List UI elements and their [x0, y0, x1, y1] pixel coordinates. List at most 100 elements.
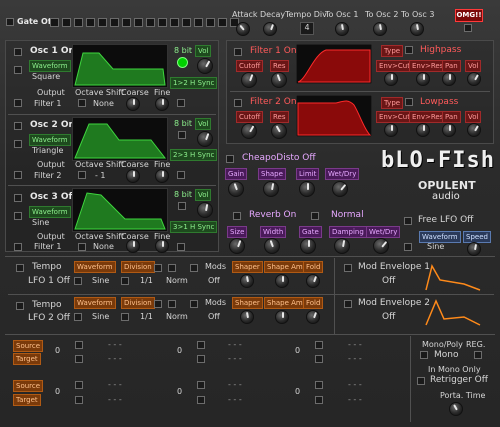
reverb-mode-value[interactable]: Normal: [331, 210, 364, 220]
lfo1-mods-value[interactable]: Off: [208, 276, 220, 286]
osc2-output-toggle[interactable]: [14, 171, 22, 179]
matrix2-source-value[interactable]: - - -: [228, 340, 242, 349]
gate-toggle[interactable]: [6, 18, 14, 26]
gate-step[interactable]: [122, 18, 131, 27]
reverb-damping-knob[interactable]: [334, 238, 350, 254]
filter1-envres-knob[interactable]: [416, 72, 430, 86]
gate-step[interactable]: [110, 18, 119, 27]
osc2-coarse-knob[interactable]: [126, 169, 140, 183]
modenv2-toggle[interactable]: [344, 300, 352, 308]
lfo1-division-value[interactable]: 1/1: [140, 276, 153, 286]
lfo2-div-toggle[interactable]: [121, 313, 129, 321]
matrix5-source-value[interactable]: - - -: [228, 380, 242, 389]
gate-step[interactable]: [206, 18, 215, 27]
matrix1-tgt-toggle[interactable]: [75, 355, 83, 363]
lfo2-fold-knob[interactable]: [306, 310, 320, 324]
retrigger-value[interactable]: Retrigger Off: [430, 375, 488, 385]
osc3-output-value[interactable]: Filter 1: [34, 242, 61, 252]
reverb-toggle[interactable]: [233, 212, 241, 220]
matrix6-source-value[interactable]: - - -: [348, 380, 362, 389]
matrix2-src-toggle[interactable]: [197, 341, 205, 349]
to-osc2-knob[interactable]: [373, 22, 387, 36]
filter1-res-knob[interactable]: [271, 72, 287, 88]
lfo1-div-toggle[interactable]: [121, 277, 129, 285]
freelfo-toggle[interactable]: [404, 217, 412, 225]
modenv1-value[interactable]: Off: [382, 276, 395, 286]
matrix1-target-value[interactable]: - - -: [108, 354, 122, 363]
osc1-coarse-knob[interactable]: [126, 97, 140, 111]
filter2-cutoff-knob[interactable]: [241, 123, 257, 139]
omg-button[interactable]: OMG!!: [455, 9, 483, 22]
matrix3-tgt-toggle[interactable]: [315, 355, 323, 363]
tempo-div-value[interactable]: 4: [300, 22, 314, 35]
lfo2-tempo-toggle[interactable]: [16, 302, 24, 310]
lfo1-norm-label[interactable]: Norm: [166, 276, 188, 286]
osc3-output-toggle[interactable]: [14, 243, 22, 251]
attack-knob[interactable]: [236, 22, 250, 36]
disto-shape-knob[interactable]: [263, 181, 279, 197]
mono-poly-toggle[interactable]: [420, 351, 428, 359]
osc2-bit-toggle[interactable]: [178, 131, 186, 139]
matrix6-amount[interactable]: 0: [295, 387, 300, 397]
lfo2-shapeamt-knob[interactable]: [275, 310, 289, 324]
filter2-res-knob[interactable]: [271, 123, 287, 139]
osc1-toggle[interactable]: [14, 48, 22, 56]
disto-wetdry-knob[interactable]: [332, 181, 348, 197]
lfo2-waveform-value[interactable]: Sine: [92, 312, 109, 322]
matrix4-src-toggle[interactable]: [75, 381, 83, 389]
matrix5-src-toggle[interactable]: [197, 381, 205, 389]
lfo2-wave-toggle[interactable]: [74, 313, 82, 321]
filter1-type-toggle[interactable]: [405, 46, 413, 54]
osc3-bit-toggle[interactable]: [178, 202, 186, 210]
osc1-output-value[interactable]: Filter 1: [34, 99, 61, 109]
to-osc1-knob[interactable]: [335, 22, 349, 36]
osc2-sync-toggle[interactable]: [177, 171, 185, 179]
modenv1-toggle[interactable]: [344, 264, 352, 272]
lfo2-mods-value[interactable]: Off: [208, 312, 220, 322]
lfo2-division-value[interactable]: 1/1: [140, 312, 153, 322]
matrix3-amount[interactable]: 0: [295, 346, 300, 356]
filter1-toggle[interactable]: [234, 48, 242, 56]
filter1-vol-knob[interactable]: [467, 72, 481, 86]
filter2-vol-knob[interactable]: [467, 123, 481, 137]
decay-knob[interactable]: [263, 22, 277, 36]
retrigger-toggle[interactable]: [417, 377, 425, 385]
lfo2-shaper-knob[interactable]: [240, 310, 254, 324]
lfo1-tempo-toggle[interactable]: [16, 264, 24, 272]
matrix2-target-value[interactable]: - - -: [228, 354, 242, 363]
filter1-cutoff-knob[interactable]: [241, 72, 257, 88]
osc1-shift-value[interactable]: None: [93, 99, 114, 109]
reg-toggle[interactable]: [474, 351, 482, 359]
filter2-type-value[interactable]: Lowpass: [420, 97, 458, 107]
osc2-output-value[interactable]: Filter 2: [34, 171, 61, 181]
osc2-wave-toggle[interactable]: [14, 140, 22, 148]
osc3-toggle[interactable]: [14, 194, 22, 202]
disto-limit-knob[interactable]: [299, 181, 315, 197]
osc1-shift-toggle[interactable]: [78, 99, 86, 107]
osc1-fine-knob[interactable]: [155, 97, 169, 111]
matrix1-source-value[interactable]: - - -: [108, 340, 122, 349]
gate-step[interactable]: [170, 18, 179, 27]
lfo1-shaper-knob[interactable]: [240, 274, 254, 288]
omg-toggle[interactable]: [464, 24, 472, 32]
disto-toggle[interactable]: [226, 155, 234, 163]
reverb-mode-toggle[interactable]: [311, 212, 319, 220]
gate-sequencer[interactable]: [50, 18, 239, 27]
matrix3-target-value[interactable]: - - -: [348, 354, 362, 363]
reverb-wetdry-knob[interactable]: [373, 238, 389, 254]
osc2-toggle[interactable]: [14, 122, 22, 130]
osc2-waveform-value[interactable]: Triangle: [32, 146, 63, 156]
lfo1-fold-knob[interactable]: [306, 274, 320, 288]
filter1-envcut-knob[interactable]: [384, 72, 398, 86]
osc1-output-toggle[interactable]: [14, 99, 22, 107]
matrix4-source-value[interactable]: - - -: [108, 380, 122, 389]
gate-step[interactable]: [134, 18, 143, 27]
lfo2-norm-toggle-b[interactable]: [168, 300, 176, 308]
matrix2-amount[interactable]: 0: [177, 346, 182, 356]
lfo2-norm-label[interactable]: Norm: [166, 312, 188, 322]
gate-step[interactable]: [194, 18, 203, 27]
filter2-envres-knob[interactable]: [416, 123, 430, 137]
lfo1-norm-toggle-a[interactable]: [154, 264, 162, 272]
gate-step[interactable]: [62, 18, 71, 27]
matrix3-source-value[interactable]: - - -: [348, 340, 362, 349]
